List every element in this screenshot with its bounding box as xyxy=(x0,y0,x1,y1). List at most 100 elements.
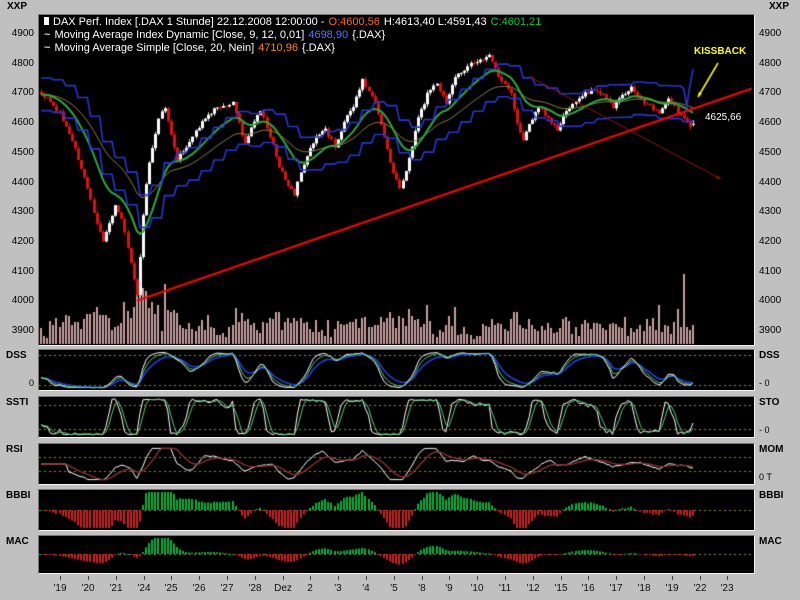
x-axis-tick xyxy=(255,576,256,580)
price-axis-label: 4200 xyxy=(11,236,34,247)
x-axis-label: '27 xyxy=(220,583,234,594)
price-axis-label: 4900 xyxy=(11,28,34,39)
instrument-line: DAX Perf. Index [.DAX 1 Stunde] 22.12.20… xyxy=(44,16,545,29)
panel-tick-left-dss: 0 xyxy=(28,378,34,388)
x-axis-label: '16 xyxy=(581,583,595,594)
panel-tick-right-sto: - 0 xyxy=(759,425,770,435)
momentum-indicator-panel[interactable] xyxy=(38,443,755,485)
panel-label-right-bbbi: BBBI xyxy=(759,490,784,501)
panel-label-left-mac: MAC xyxy=(6,536,29,547)
x-axis-tick xyxy=(394,576,395,580)
macd-canvas[interactable] xyxy=(39,536,754,573)
x-axis-label: '25 xyxy=(164,583,178,594)
panel-label-left-bbbi: BBBI xyxy=(6,490,31,501)
x-axis-label: '9 xyxy=(445,583,453,594)
wave-icon: ~ xyxy=(44,42,51,54)
x-axis-tick xyxy=(505,576,506,580)
chart-header: DAX Perf. Index [.DAX 1 Stunde] 22.12.20… xyxy=(44,16,545,55)
x-axis-label: '26 xyxy=(192,583,206,594)
x-axis-label: '28 xyxy=(248,583,262,594)
stochastic-indicator-panel[interactable] xyxy=(38,396,755,438)
x-axis-tick xyxy=(561,576,562,580)
stochastic-canvas[interactable] xyxy=(39,397,754,437)
x-axis-tick xyxy=(672,576,673,580)
x-axis-tick xyxy=(588,576,589,580)
price-axis-label: 4400 xyxy=(11,177,34,188)
dss-canvas[interactable] xyxy=(39,350,754,390)
x-axis-tick xyxy=(199,576,200,580)
price-axis-label: 4400 xyxy=(759,177,782,188)
x-axis-tick xyxy=(116,576,117,580)
high-low-values: H:4613,40 L:4591,43 xyxy=(383,16,487,28)
panel-label-right-dss: DSS xyxy=(759,350,780,361)
x-axis-label: '5 xyxy=(390,583,398,594)
panel-tick-right-mom: 0 T xyxy=(759,472,772,482)
x-axis-tick xyxy=(227,576,228,580)
panel-label-left-dss: DSS xyxy=(6,350,27,361)
x-axis-tick xyxy=(644,576,645,580)
price-axis-label: 3900 xyxy=(11,325,34,336)
panel-tick-right-dss: - 0 xyxy=(759,378,770,388)
x-axis-label: '23 xyxy=(720,583,734,594)
x-axis-tick xyxy=(727,576,728,580)
price-chart-canvas[interactable] xyxy=(39,15,754,345)
x-axis-label: Dez xyxy=(274,583,292,594)
panel-label-left-sto: SSTI xyxy=(6,397,29,408)
x-axis-label: '12 xyxy=(526,583,540,594)
wave-icon: ~ xyxy=(44,29,51,41)
x-axis-tick xyxy=(310,576,311,580)
instrument-title: DAX Perf. Index [.DAX 1 Stunde] 22.12.20… xyxy=(53,16,325,28)
momentum-canvas[interactable] xyxy=(39,444,754,484)
ma-dynamic-value: 4698,90 xyxy=(308,29,349,41)
price-callout: 4625,66 xyxy=(705,112,742,123)
panel-label-right-mac: MAC xyxy=(759,536,782,547)
price-axis-label: 4100 xyxy=(11,266,34,277)
x-axis-label: '21 xyxy=(109,583,123,594)
price-axis-label: 4000 xyxy=(11,295,34,306)
x-axis-label: '11 xyxy=(498,583,512,594)
price-axis-label: 4000 xyxy=(759,295,782,306)
x-axis-label: '19 xyxy=(53,583,67,594)
price-chart-panel[interactable]: DAX Perf. Index [.DAX 1 Stunde] 22.12.20… xyxy=(38,14,755,346)
x-axis-label: '8 xyxy=(418,583,426,594)
bbbi-indicator-panel[interactable] xyxy=(38,489,755,531)
price-axis-label: 4800 xyxy=(759,58,782,69)
candle-icon xyxy=(44,17,49,25)
ma-dynamic-line: ~ Moving Average Index Dynamic [Close, 9,… xyxy=(44,29,545,42)
x-axis-tick xyxy=(616,576,617,580)
panel-label-right-sto: STO xyxy=(759,397,780,408)
ma-dynamic-label: Moving Average Index Dynamic [Close, 9, … xyxy=(54,29,305,41)
macd-indicator-panel[interactable] xyxy=(38,535,755,574)
x-axis-label: '3 xyxy=(334,583,342,594)
price-axis-label: 4700 xyxy=(759,87,782,98)
x-axis-label: '22 xyxy=(693,583,707,594)
chart-window: XXP XXP DAX Perf. Index [.DAX 1 Stunde] … xyxy=(0,0,800,600)
x-axis-label: '17 xyxy=(609,583,623,594)
x-axis-tick xyxy=(88,576,89,580)
x-axis-label: '18 xyxy=(637,583,651,594)
dss-indicator-panel[interactable] xyxy=(38,349,755,391)
close-value: C:4601,21 xyxy=(490,16,542,28)
price-axis-label: 3900 xyxy=(759,325,782,336)
x-axis-label: '20 xyxy=(81,583,95,594)
x-axis-tick xyxy=(477,576,478,580)
price-axis-label: 4100 xyxy=(759,266,782,277)
x-axis-tick xyxy=(449,576,450,580)
corner-label-right: XXP xyxy=(769,1,790,12)
x-axis-tick xyxy=(422,576,423,580)
x-axis-label: '19 xyxy=(665,583,679,594)
price-axis-label: 4500 xyxy=(11,147,34,158)
price-axis-label: 4900 xyxy=(759,28,782,39)
price-axis-label: 4300 xyxy=(11,206,34,217)
price-axis-label: 4600 xyxy=(11,117,34,128)
open-value: O:4600,56 xyxy=(328,16,380,28)
ma-simple-label: Moving Average Simple [Close, 20, Nein] xyxy=(54,42,255,54)
x-axis-label: '15 xyxy=(554,583,568,594)
x-axis-tick xyxy=(283,576,284,580)
panel-label-left-mom: RSI xyxy=(6,444,23,455)
price-axis-label: 4300 xyxy=(759,206,782,217)
panel-label-right-mom: MOM xyxy=(759,444,784,455)
bbbi-canvas[interactable] xyxy=(39,490,754,530)
x-axis-label: 2 xyxy=(307,583,313,594)
x-axis-tick xyxy=(366,576,367,580)
